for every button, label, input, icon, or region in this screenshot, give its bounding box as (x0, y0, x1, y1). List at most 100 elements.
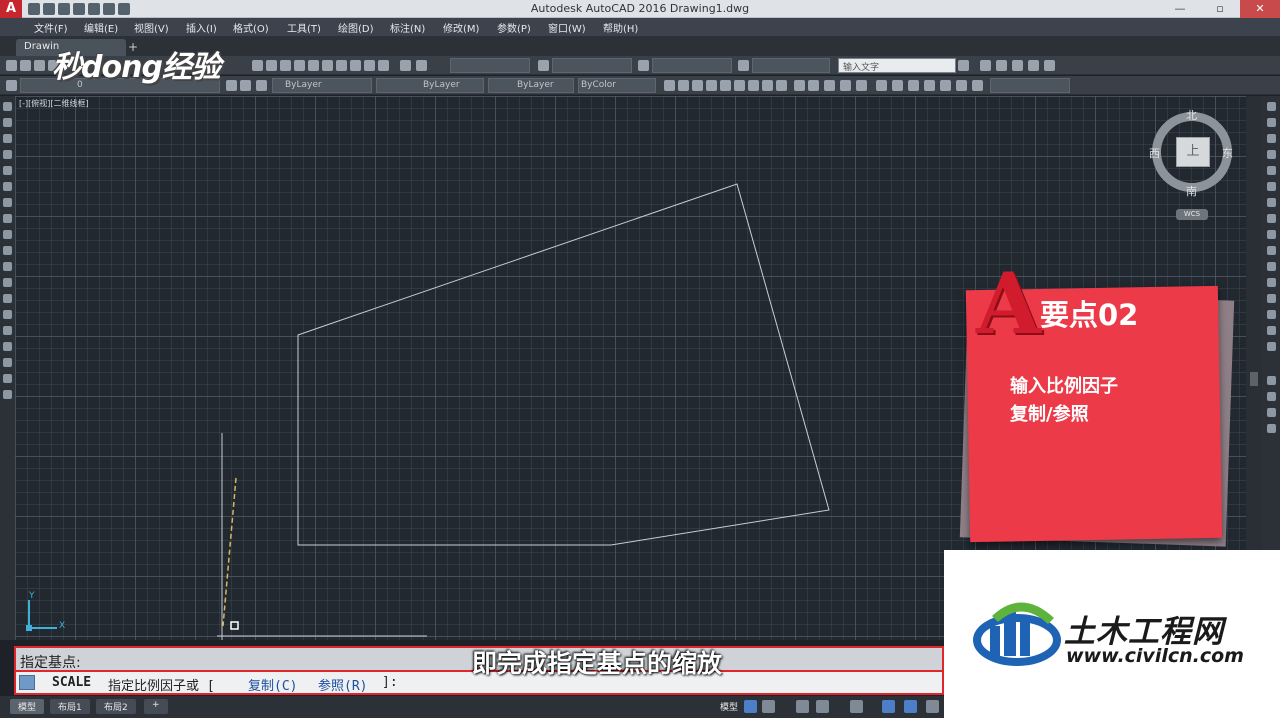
chamfer-icon[interactable] (1267, 310, 1276, 319)
ordinate-dim-icon[interactable] (706, 80, 717, 91)
center-mark-icon[interactable] (876, 80, 887, 91)
model-space-label[interactable]: 模型 (712, 699, 747, 714)
scale-icon[interactable] (1267, 214, 1276, 223)
save-icon[interactable] (34, 60, 45, 71)
pan-icon[interactable] (252, 60, 263, 71)
properties-icon[interactable] (308, 60, 319, 71)
ortho-icon[interactable] (796, 700, 809, 713)
move-icon[interactable] (1267, 182, 1276, 191)
scroll-thumb[interactable] (1250, 372, 1258, 386)
isodraft-icon[interactable] (850, 700, 863, 713)
erase-icon[interactable] (1267, 102, 1276, 111)
ellipse-arc-icon[interactable] (3, 262, 12, 271)
menu-view[interactable]: 视图(V) (134, 20, 169, 35)
qnew-icon[interactable] (6, 60, 17, 71)
export-icon[interactable] (1044, 60, 1055, 71)
mleader-style-icon[interactable] (738, 60, 749, 71)
construction-line-icon[interactable] (3, 118, 12, 127)
calculator-icon[interactable] (378, 60, 389, 71)
lineweight-icon[interactable] (904, 700, 917, 713)
snap-icon[interactable] (762, 700, 775, 713)
stretch-alt-icon[interactable] (1267, 392, 1276, 401)
object-snap-icon[interactable] (882, 700, 895, 713)
rectangle-icon[interactable] (3, 166, 12, 175)
polar-icon[interactable] (816, 700, 829, 713)
design-center-icon[interactable] (322, 60, 333, 71)
sheet-set-icon[interactable] (350, 60, 361, 71)
menu-insert[interactable]: 插入(I) (186, 20, 217, 35)
menu-window[interactable]: 窗口(W) (548, 20, 586, 35)
break-icon[interactable] (1267, 278, 1276, 287)
arc-icon[interactable] (3, 182, 12, 191)
command-customize-icon[interactable] (19, 675, 35, 690)
polygon-icon[interactable] (3, 150, 12, 159)
insert-block-icon[interactable] (3, 278, 12, 287)
menu-file[interactable]: 文件(F) (34, 20, 68, 35)
hatch-icon[interactable] (3, 326, 12, 335)
jogged-dim-icon[interactable] (734, 80, 745, 91)
tool-palettes-icon[interactable] (336, 60, 347, 71)
viewcube-north[interactable]: 北 (1186, 107, 1197, 123)
make-current-icon[interactable] (226, 80, 237, 91)
modify-icon[interactable] (1267, 376, 1276, 385)
dim-update-icon[interactable] (956, 80, 967, 91)
revision-cloud-icon[interactable] (3, 214, 12, 223)
workspace-icon[interactable] (980, 60, 991, 71)
align-icon[interactable] (1267, 424, 1276, 433)
dim-space-icon[interactable] (824, 80, 835, 91)
layer-properties-icon[interactable] (6, 80, 17, 91)
dim-break-icon[interactable] (840, 80, 851, 91)
viewcube-top-face[interactable]: 上 (1176, 137, 1210, 167)
viewcube-west[interactable]: 西 (1149, 145, 1160, 161)
menu-help[interactable]: 帮助(H) (603, 20, 638, 35)
dim-edit-icon[interactable] (924, 80, 935, 91)
zoom-window-icon[interactable] (280, 60, 291, 71)
dim-style-icon[interactable] (972, 80, 983, 91)
tab-layout2[interactable]: 布局2 (96, 699, 136, 714)
menu-dimension[interactable]: 标注(N) (390, 20, 425, 35)
trim-icon[interactable] (1267, 246, 1276, 255)
layout-icon[interactable] (996, 60, 1007, 71)
tab-layout1[interactable]: 布局1 (50, 699, 90, 714)
publish-icon[interactable] (1028, 60, 1039, 71)
region-icon[interactable] (3, 358, 12, 367)
menu-tools[interactable]: 工具(T) (287, 20, 321, 35)
search-icon[interactable] (958, 60, 969, 71)
open-icon[interactable] (20, 60, 31, 71)
mirror-icon[interactable] (1267, 134, 1276, 143)
explode-icon[interactable] (1267, 342, 1276, 351)
ellipse-icon[interactable] (3, 246, 12, 255)
dim-style-combo[interactable] (552, 58, 632, 73)
mtext-icon[interactable] (3, 390, 12, 399)
aligned-dim-icon[interactable] (678, 80, 689, 91)
table-icon[interactable] (3, 374, 12, 383)
maximize-button[interactable]: ▫ (1200, 0, 1240, 18)
inspect-icon[interactable] (892, 80, 903, 91)
option-copy[interactable]: 复制(C) (248, 675, 297, 694)
lineweight-combo[interactable]: ByLayer (488, 78, 574, 93)
zoom-previous-icon[interactable] (294, 60, 305, 71)
grid-icon[interactable] (744, 700, 757, 713)
rotate-icon[interactable] (1267, 198, 1276, 207)
dim-style-select[interactable] (990, 78, 1070, 93)
jogged-linear-icon[interactable] (908, 80, 919, 91)
offset-icon[interactable] (1267, 150, 1276, 159)
brand-url[interactable]: www.civilcn.com (1066, 645, 1244, 667)
zoom-realtime-icon[interactable] (266, 60, 277, 71)
mleader-style-combo[interactable] (752, 58, 830, 73)
polygon-shape[interactable] (297, 183, 830, 546)
linear-dim-icon[interactable] (664, 80, 675, 91)
arc-length-icon[interactable] (692, 80, 703, 91)
stretch-icon[interactable] (1267, 230, 1276, 239)
plotstyle-combo[interactable]: ByColor (578, 78, 656, 93)
option-reference[interactable]: 参照(R) (318, 675, 367, 694)
tab-model[interactable]: 模型 (10, 699, 45, 714)
text-style-combo[interactable] (450, 58, 530, 73)
transparency-icon[interactable] (926, 700, 939, 713)
color-combo[interactable]: ByLayer (272, 78, 372, 93)
markup-icon[interactable] (364, 60, 375, 71)
quick-dim-icon[interactable] (776, 80, 787, 91)
menu-parametric[interactable]: 参数(P) (497, 20, 531, 35)
point-icon[interactable] (3, 310, 12, 319)
table-style-icon[interactable] (638, 60, 649, 71)
